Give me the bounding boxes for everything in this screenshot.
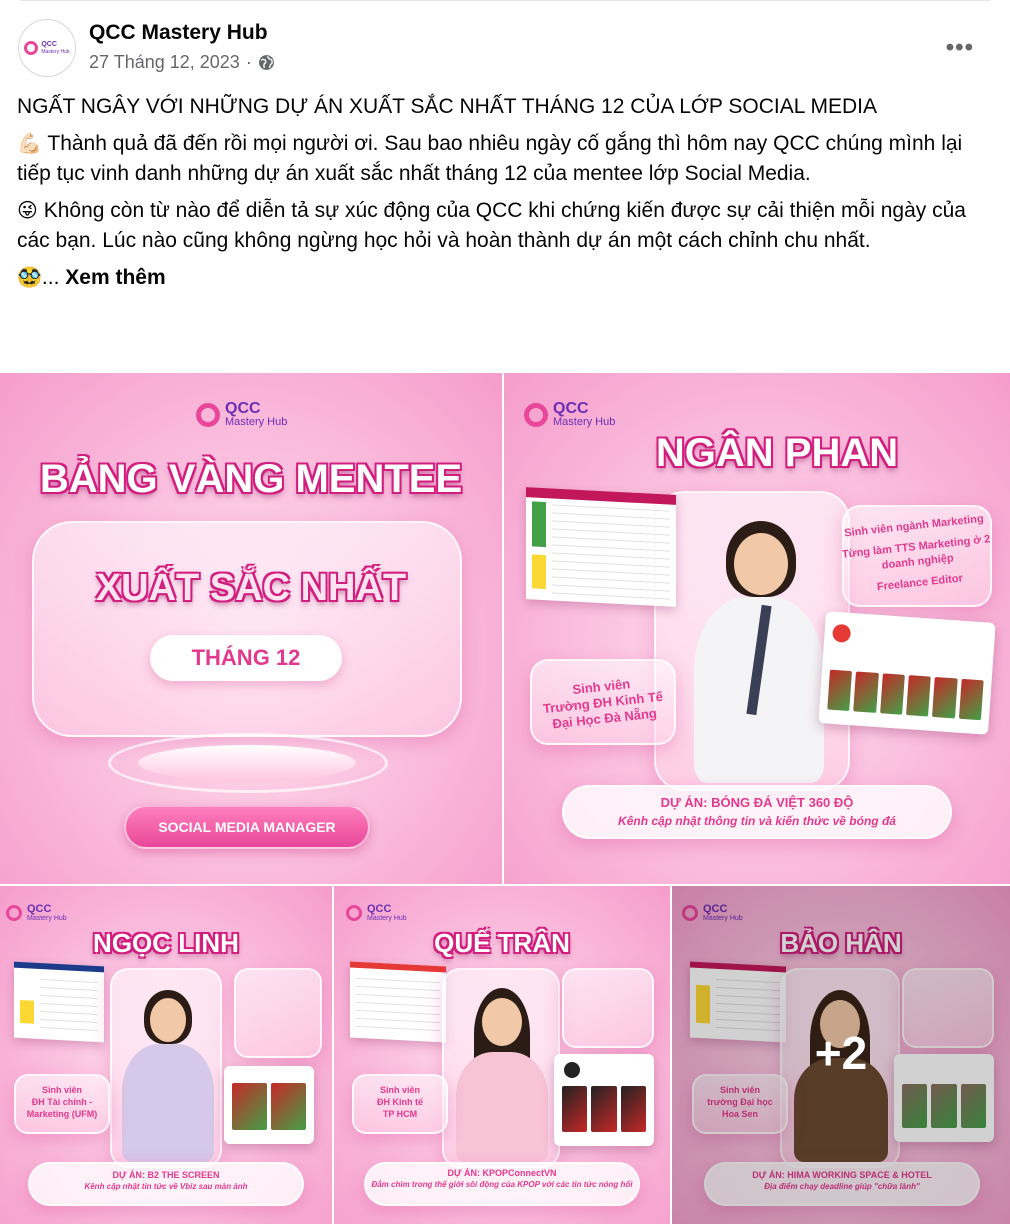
- photo-tile-3[interactable]: QCC Mastery Hub NGỌC LINH Sinh viên ĐH Tà…: [0, 886, 332, 1224]
- mentee-name: NGÂN PHAN: [655, 431, 899, 475]
- page-avatar[interactable]: QCC Mastery Hub: [18, 19, 76, 77]
- mentee-photo: [668, 513, 838, 783]
- meta-separator: ·: [245, 52, 252, 72]
- project-info: DỰ ÁN: KPOPConnectVN Đắm chìm trong thế …: [371, 1168, 633, 1189]
- flexed-biceps-icon: 💪🏻: [17, 131, 42, 155]
- more-photos-count[interactable]: +2: [672, 1026, 1010, 1080]
- qcc-logo: QCC Mastery Hub: [346, 904, 407, 922]
- post-paragraph-3: 🥸... Xem thêm: [17, 265, 166, 289]
- spreadsheet-thumbnail: [14, 961, 104, 1043]
- post-body: NGẤT NGÂY VỚI NHỮNG DỰ ÁN XUẤT SẮC NHẤT …: [17, 92, 992, 299]
- spreadsheet-thumbnail: [526, 487, 676, 607]
- mentee-name: QUẾ TRÂN: [434, 928, 570, 958]
- youtube-channel-thumbnail: [818, 611, 996, 735]
- qcc-logo-icon: QCC Mastery Hub: [24, 41, 70, 56]
- qcc-logo-icon: [524, 402, 548, 427]
- mentee-name: NGỌC LINH: [93, 928, 239, 958]
- top-divider: [20, 0, 990, 1]
- mentee-school: Sinh viên ĐH Kinh tế TP HCM: [377, 1085, 423, 1119]
- qcc-logo: QCC Mastery Hub: [6, 904, 67, 922]
- project-info: DỰ ÁN: BÓNG ĐÁ VIỆT 360 ĐỘ Kênh cập nhật…: [618, 795, 896, 828]
- role-badge: SOCIAL MEDIA MANAGER: [124, 805, 370, 849]
- mentee-photo: [112, 982, 222, 1162]
- photo-grid: QCC Mastery Hub BẢNG VÀNG MENTEE XUẤT SẮC…: [0, 373, 1010, 1224]
- post-title: NGẤT NGÂY VỚI NHỮNG DỰ ÁN XUẤT SẮC NHẤT …: [17, 95, 877, 118]
- info-card: [562, 968, 654, 1048]
- qcc-logo-icon: [346, 905, 362, 921]
- photo-tile-4[interactable]: QCC Mastery Hub QUẾ TRÂN Sinh viên ĐH Kin…: [334, 886, 670, 1224]
- youtube-channel-thumbnail: [224, 1066, 314, 1144]
- qcc-logo: QCC Mastery Hub: [524, 401, 615, 428]
- post-paragraph-2: 😜 Không còn từ nào để diễn tả sự xúc độn…: [17, 198, 966, 252]
- info-card: [234, 968, 322, 1058]
- award-panel: [32, 521, 462, 737]
- post-paragraph-1: 💪🏻 Thành quả đã đến rồi mọi người ơi. Sa…: [17, 131, 963, 185]
- post-meta: 27 Tháng 12, 2023 ·: [89, 52, 275, 73]
- page-name[interactable]: QCC Mastery Hub: [89, 21, 268, 45]
- spreadsheet-thumbnail: [350, 961, 446, 1043]
- podium-top: [138, 745, 356, 781]
- instagram-profile-thumbnail: [554, 1054, 654, 1146]
- photo-tile-1[interactable]: QCC Mastery Hub BẢNG VÀNG MENTEE XUẤT SẮC…: [0, 373, 502, 884]
- disguised-face-icon: 🥸: [17, 265, 42, 289]
- mentee-photo: [444, 982, 558, 1162]
- qcc-logo-icon: [196, 402, 220, 427]
- tile1-headline: BẢNG VÀNG MENTEE: [39, 457, 463, 501]
- project-info: DỰ ÁN: B2 THE SCREEN Kênh cập nhật tin t…: [84, 1170, 248, 1191]
- globe-icon[interactable]: [258, 54, 275, 71]
- see-more-link[interactable]: Xem thêm: [65, 266, 165, 289]
- more-options-icon[interactable]: •••: [946, 34, 974, 62]
- photo-tile-5[interactable]: QCC Mastery Hub BẢO HÂN Sinh viên trường …: [672, 886, 1010, 1224]
- post-date[interactable]: 27 Tháng 12, 2023: [89, 52, 240, 73]
- qcc-logo-icon: [6, 905, 22, 921]
- winking-tongue-face-icon: 😜: [17, 198, 38, 222]
- mentee-school: Sinh viên ĐH Tài chính - Marketing (UFM): [26, 1085, 98, 1119]
- qcc-logo: QCC Mastery Hub: [196, 401, 287, 428]
- month-badge: THÁNG 12: [150, 635, 342, 681]
- award-title: XUẤT SẮC NHẤT: [95, 567, 407, 609]
- photo-tile-2[interactable]: QCC Mastery Hub NGÂN PHAN Sinh viên ngành…: [504, 373, 1010, 884]
